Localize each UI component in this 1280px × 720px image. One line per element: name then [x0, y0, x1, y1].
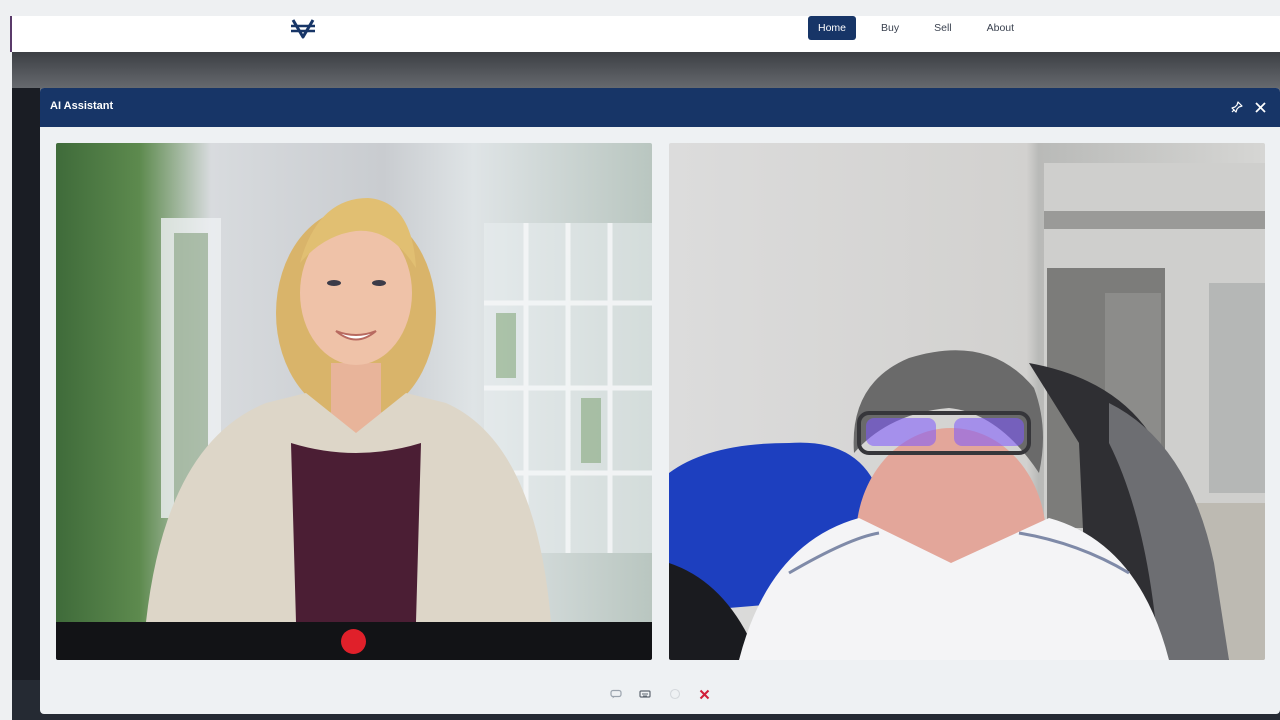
navbar: Home Buy Sell About [12, 16, 1280, 52]
main-nav: Home Buy Sell About [808, 16, 1039, 40]
ai-video-panel [56, 143, 652, 660]
top-strip [0, 0, 1280, 16]
nav-sell[interactable]: Sell [924, 16, 962, 40]
ai-avatar-video [56, 143, 652, 622]
call-toolbar [40, 674, 1280, 714]
ai-assistant-modal: AI Assistant [40, 88, 1280, 714]
nav-about[interactable]: About [977, 16, 1024, 40]
user-webcam-video [669, 143, 1265, 660]
close-icon[interactable] [1251, 98, 1269, 116]
end-call-icon[interactable] [697, 687, 711, 701]
circle-icon[interactable] [668, 687, 682, 701]
modal-header: AI Assistant [40, 88, 1280, 127]
ai-video-controls [56, 622, 652, 660]
pin-icon[interactable] [1228, 98, 1246, 116]
chat-icon[interactable] [609, 687, 623, 701]
keyboard-icon[interactable] [638, 687, 652, 701]
hero-left-edge [12, 88, 40, 720]
user-webcam-panel [669, 143, 1265, 660]
currency-logo-icon[interactable] [290, 16, 316, 40]
record-icon[interactable] [341, 629, 366, 654]
nav-buy[interactable]: Buy [871, 16, 909, 40]
nav-home[interactable]: Home [808, 16, 857, 40]
modal-title: AI Assistant [50, 100, 114, 112]
